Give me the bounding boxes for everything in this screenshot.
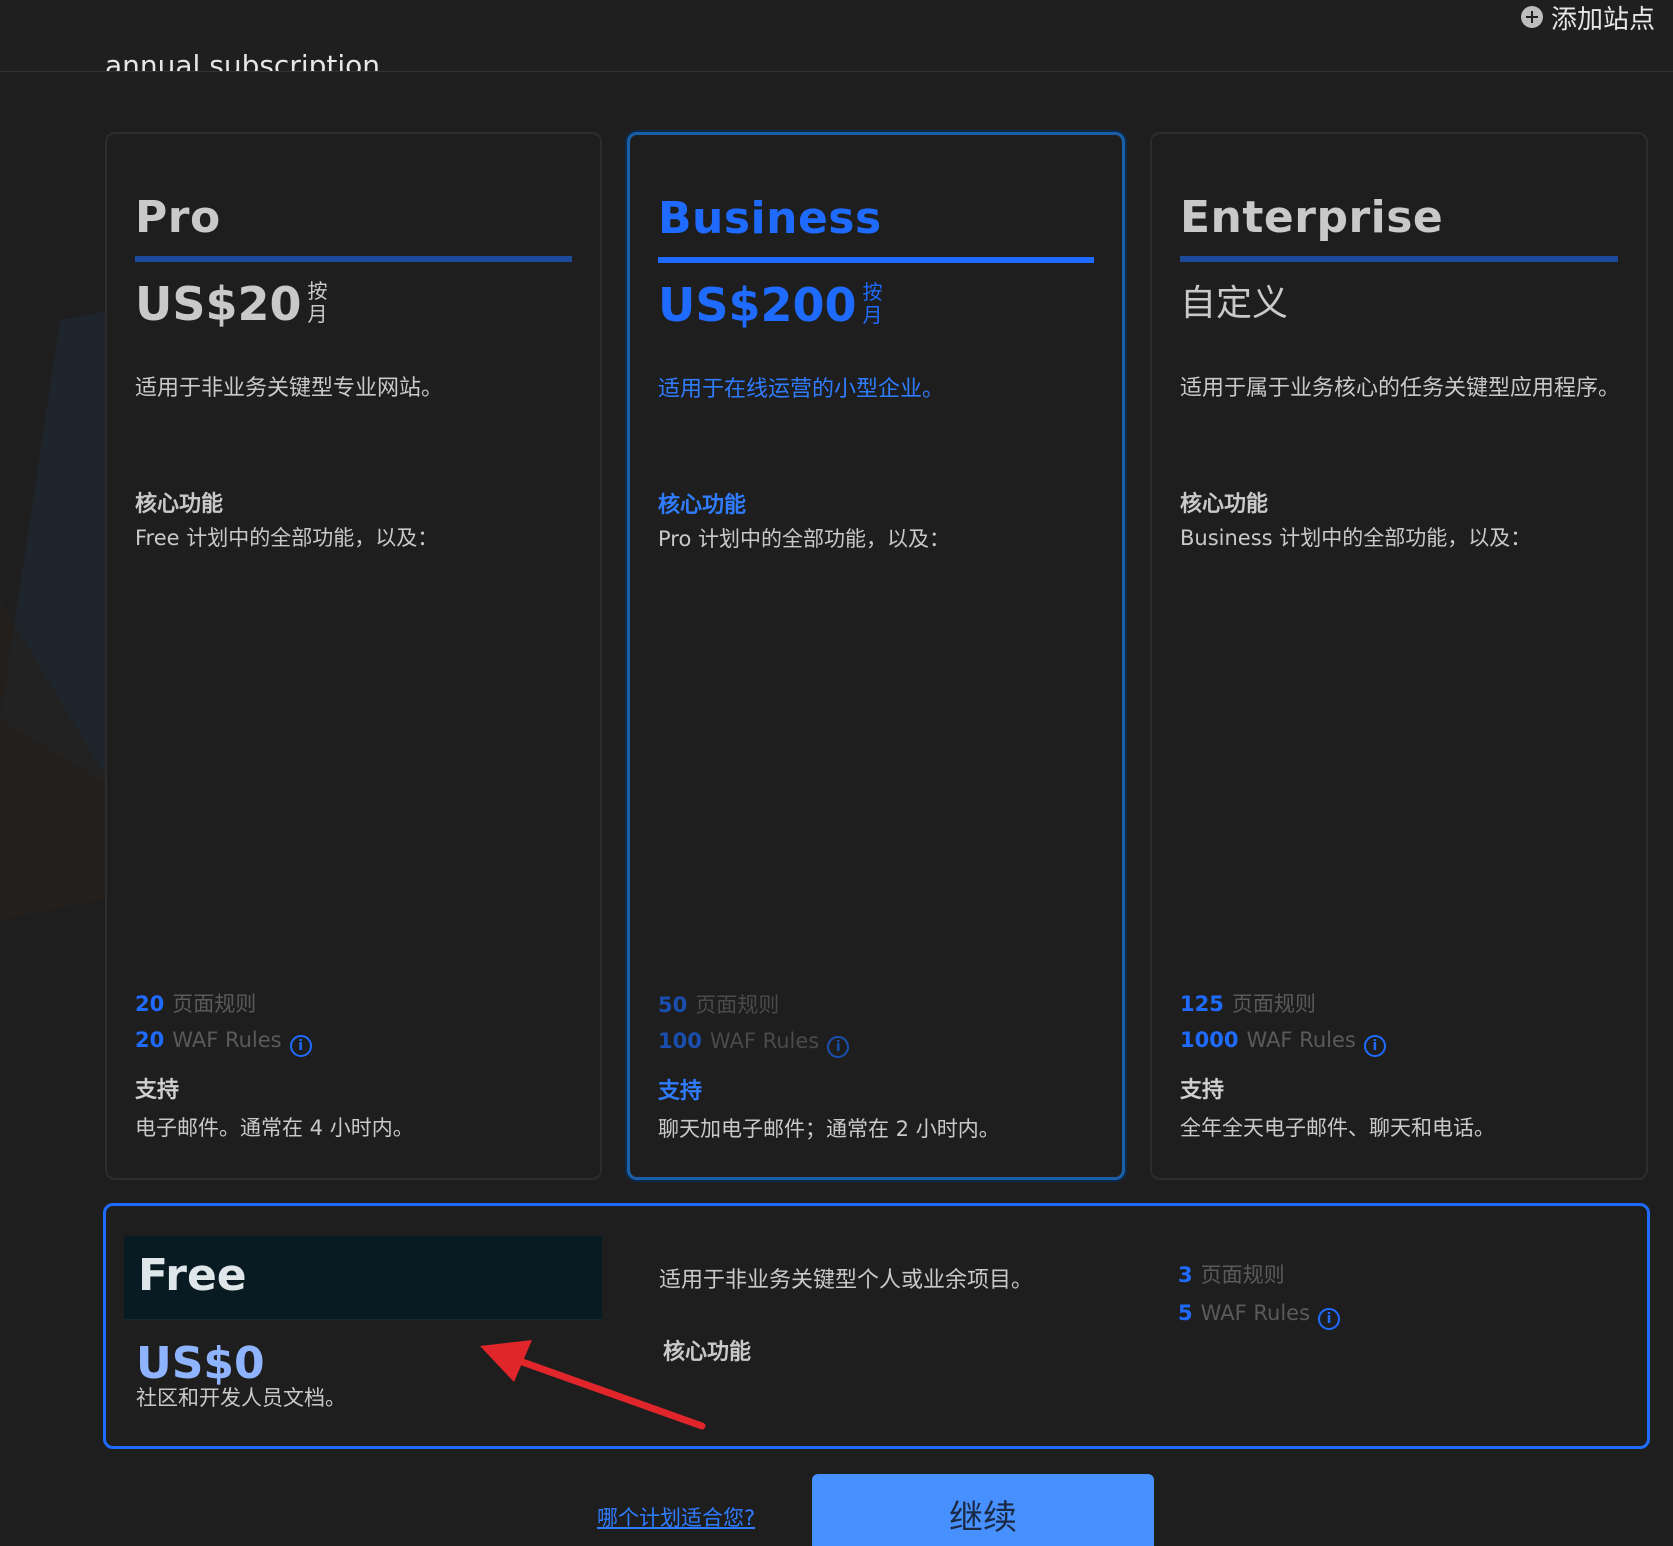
plan-description: 适用于非业务关键型专业网站。 bbox=[135, 376, 444, 401]
plan-selection-page: 添加站点 annual subscription. Pro US$20 按月 适… bbox=[0, 0, 1673, 1546]
plus-circle-icon bbox=[1520, 6, 1543, 28]
plan-name: Pro bbox=[135, 192, 221, 243]
waf-rules-label: WAF Rules bbox=[709, 1029, 820, 1053]
free-docs-text: 社区和开发人员文档。 bbox=[136, 1386, 346, 1410]
plan-price: US$200 按月 bbox=[658, 275, 885, 335]
waf-rules-label: WAF Rules bbox=[1246, 1028, 1356, 1052]
intro-text-cutoff: annual subscription. bbox=[105, 49, 389, 72]
page-rules-row: 20 页面规则 bbox=[135, 986, 312, 1022]
waf-rules-count: 100 bbox=[658, 1029, 702, 1053]
plan-name: Free bbox=[138, 1250, 247, 1301]
plan-description: 适用于属于业务核心的任务关键型应用程序。 bbox=[1180, 376, 1621, 401]
waf-rules-row: 5 WAF Rules i bbox=[1178, 1294, 1341, 1332]
add-site-label: 添加站点 bbox=[1550, 4, 1655, 35]
plan-limits: 50 页面规则 100 WAF Rules i bbox=[658, 987, 850, 1059]
core-features-title: 核心功能 bbox=[658, 493, 747, 518]
page-rules-count: 50 bbox=[658, 993, 688, 1017]
plan-divider bbox=[135, 256, 572, 262]
annotation-arrow-icon bbox=[480, 1340, 706, 1430]
plan-price: US$20 按月 bbox=[135, 274, 330, 334]
page-rules-row: 3 页面规则 bbox=[1178, 1256, 1340, 1294]
core-features-subtitle: Pro 计划中的全部功能，以及： bbox=[658, 527, 950, 551]
price-amount: US$20 bbox=[135, 277, 302, 331]
core-features-subtitle: Business 计划中的全部功能，以及： bbox=[1180, 526, 1532, 550]
plan-name: Enterprise bbox=[1180, 192, 1444, 243]
which-plan-link[interactable]: 哪个计划适合您? bbox=[597, 1502, 755, 1532]
waf-rules-row: 1000 WAF Rules i bbox=[1180, 1022, 1386, 1058]
page-rules-count: 3 bbox=[1178, 1263, 1193, 1287]
page-rules-label: 页面规则 bbox=[695, 993, 780, 1017]
plan-limits: 3 页面规则 5 WAF Rules i bbox=[1178, 1256, 1341, 1332]
price-period: 按月 bbox=[862, 280, 883, 327]
info-circle-icon[interactable]: i bbox=[827, 1036, 850, 1058]
plan-card-enterprise[interactable]: Enterprise 自定义 适用于属于业务核心的任务关键型应用程序。 核心功能… bbox=[1150, 132, 1648, 1180]
support-text: 电子邮件。通常在 4 小时内。 bbox=[135, 1116, 414, 1140]
plan-name: Business bbox=[658, 193, 882, 244]
page-rules-count: 20 bbox=[135, 992, 165, 1016]
waf-rules-row: 100 WAF Rules i bbox=[658, 1023, 850, 1059]
core-features-title: 核心功能 bbox=[135, 492, 224, 517]
page-rules-label: 页面规则 bbox=[172, 992, 257, 1016]
support-text: 全年全天电子邮件、聊天和电话。 bbox=[1180, 1116, 1495, 1140]
support-title: 支持 bbox=[658, 1079, 703, 1104]
support-title: 支持 bbox=[135, 1078, 180, 1103]
plan-card-free[interactable]: Free US$0 社区和开发人员文档。 适用于非业务关键型个人或业余项目。 核… bbox=[103, 1203, 1650, 1449]
waf-rules-count: 5 bbox=[1178, 1301, 1193, 1325]
plan-divider bbox=[1180, 256, 1618, 262]
info-circle-icon[interactable]: i bbox=[1318, 1308, 1341, 1330]
plan-card-pro[interactable]: Pro US$20 按月 适用于非业务关键型专业网站。 核心功能 Free 计划… bbox=[105, 132, 602, 1180]
page-rules-count: 125 bbox=[1180, 992, 1224, 1016]
price-period: 按月 bbox=[307, 279, 328, 326]
waf-rules-count: 1000 bbox=[1180, 1028, 1239, 1052]
plan-description: 适用于在线运营的小型企业。 bbox=[658, 377, 945, 402]
plan-description: 适用于非业务关键型个人或业余项目。 bbox=[659, 1268, 1034, 1293]
core-features-subtitle: Free 计划中的全部功能，以及： bbox=[135, 526, 439, 550]
page-rules-row: 50 页面规则 bbox=[658, 987, 849, 1023]
plan-limits: 125 页面规则 1000 WAF Rules i bbox=[1180, 986, 1386, 1058]
waf-rules-label: WAF Rules bbox=[172, 1028, 282, 1052]
price-amount: 自定义 bbox=[1180, 283, 1289, 324]
plan-limits: 20 页面规则 20 WAF Rules i bbox=[135, 986, 312, 1058]
waf-rules-label: WAF Rules bbox=[1200, 1301, 1311, 1325]
price-amount: US$200 bbox=[658, 278, 857, 332]
waf-rules-row: 20 WAF Rules i bbox=[135, 1022, 312, 1058]
core-features-title: 核心功能 bbox=[1180, 492, 1269, 517]
waf-rules-count: 20 bbox=[135, 1028, 165, 1052]
plan-divider bbox=[658, 257, 1094, 263]
info-circle-icon[interactable]: i bbox=[1363, 1035, 1386, 1057]
page-rules-label: 页面规则 bbox=[1200, 1263, 1285, 1287]
continue-button[interactable]: 继续 bbox=[812, 1474, 1154, 1546]
page-rules-label: 页面规则 bbox=[1231, 992, 1316, 1016]
support-text: 聊天加电子邮件；通常在 2 小时内。 bbox=[658, 1117, 1000, 1141]
page-rules-row: 125 页面规则 bbox=[1180, 986, 1386, 1022]
support-title: 支持 bbox=[1180, 1078, 1225, 1103]
plan-card-business[interactable]: Business US$200 按月 适用于在线运营的小型企业。 核心功能 Pr… bbox=[627, 132, 1125, 1180]
info-circle-icon[interactable]: i bbox=[289, 1035, 312, 1057]
plan-price: 自定义 bbox=[1180, 274, 1288, 334]
free-plan-header: Free bbox=[124, 1236, 602, 1320]
add-site-button[interactable]: 添加站点 bbox=[1520, 2, 1655, 35]
top-bar: 添加站点 annual subscription. bbox=[0, 0, 1673, 72]
